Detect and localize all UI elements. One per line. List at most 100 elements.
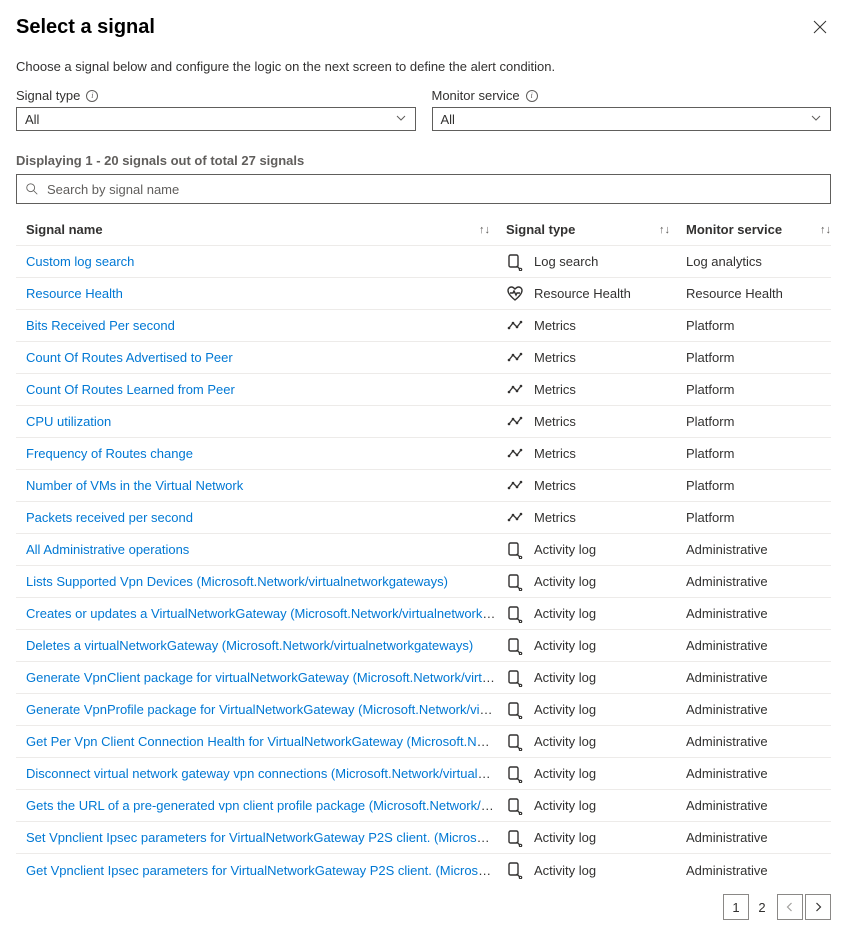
signal-type-text: Activity log — [534, 830, 596, 845]
signal-type-text: Activity log — [534, 734, 596, 749]
signal-link[interactable]: All Administrative operations — [26, 542, 189, 557]
signal-link[interactable]: Generate VpnClient package for virtualNe… — [26, 670, 506, 685]
signal-link[interactable]: CPU utilization — [26, 414, 111, 429]
monitor-service-text: Administrative — [686, 798, 831, 813]
signal-link[interactable]: Count Of Routes Advertised to Peer — [26, 350, 233, 365]
table-row: Frequency of Routes change Metrics Platfor… — [16, 438, 831, 470]
pager-page-1[interactable]: 1 — [723, 894, 749, 920]
signal-link[interactable]: Packets received per second — [26, 510, 193, 525]
search-icon — [25, 182, 39, 196]
pager-next[interactable] — [805, 894, 831, 920]
signal-type-text: Activity log — [534, 670, 596, 685]
signal-type-text: Activity log — [534, 863, 596, 878]
table-row: Generate VpnClient package for virtualNe… — [16, 662, 831, 694]
search-input[interactable] — [45, 181, 822, 198]
table-row: Creates or updates a VirtualNetworkGatew… — [16, 598, 831, 630]
signal-type-dropdown[interactable]: All — [16, 107, 416, 131]
column-header-name[interactable]: Signal name ↑↓ — [16, 222, 506, 237]
column-header-type[interactable]: Signal type ↑↓ — [506, 222, 686, 237]
column-header-service[interactable]: Monitor service ↑↓ — [686, 222, 831, 237]
signal-link[interactable]: Deletes a virtualNetworkGateway (Microso… — [26, 638, 473, 653]
signal-type-text: Metrics — [534, 318, 576, 333]
signal-link[interactable]: Count Of Routes Learned from Peer — [26, 382, 235, 397]
signal-link[interactable]: Gets the URL of a pre-generated vpn clie… — [26, 798, 506, 813]
monitor-service-text: Platform — [686, 350, 831, 365]
signal-link[interactable]: Resource Health — [26, 286, 123, 301]
table-row: Count Of Routes Learned from Peer Metrics… — [16, 374, 831, 406]
signal-link[interactable]: Frequency of Routes change — [26, 446, 193, 461]
table-row: Packets received per secondMetricsPlatfo… — [16, 502, 831, 534]
table-row: Count Of Routes Advertised to Peer Metric… — [16, 342, 831, 374]
signal-link[interactable]: Number of VMs in the Virtual Network — [26, 478, 243, 493]
monitor-service-text: Administrative — [686, 638, 831, 653]
metrics-icon — [506, 445, 524, 463]
signal-type-text: Metrics — [534, 446, 576, 461]
signal-type-text: Activity log — [534, 638, 596, 653]
monitor-service-text: Log analytics — [686, 254, 831, 269]
signal-link[interactable]: Generate VpnProfile package for VirtualN… — [26, 702, 506, 717]
signal-link[interactable]: Custom log search — [26, 254, 134, 269]
log-icon — [506, 253, 524, 271]
page-title: Select a signal — [16, 16, 155, 39]
table-row: Gets the URL of a pre-generated vpn clie… — [16, 790, 831, 822]
chevron-down-icon — [395, 112, 407, 127]
table-row: Custom log searchLog searchLog analytics — [16, 246, 831, 278]
monitor-service-text: Administrative — [686, 702, 831, 717]
monitor-service-text: Administrative — [686, 574, 831, 589]
log-icon — [506, 765, 524, 783]
info-icon[interactable]: i — [86, 90, 98, 102]
monitor-service-text: Platform — [686, 478, 831, 493]
monitor-service-dropdown[interactable]: All — [432, 107, 832, 131]
monitor-service-text: Administrative — [686, 606, 831, 621]
metrics-icon — [506, 349, 524, 367]
signal-link[interactable]: Lists Supported Vpn Devices (Microsoft.N… — [26, 574, 448, 589]
signal-link[interactable]: Get Vpnclient Ipsec parameters for Virtu… — [26, 863, 506, 878]
signal-type-text: Metrics — [534, 350, 576, 365]
signal-link[interactable]: Set Vpnclient Ipsec parameters for Virtu… — [26, 830, 506, 845]
monitor-service-text: Administrative — [686, 670, 831, 685]
monitor-service-text: Administrative — [686, 830, 831, 845]
log-icon — [506, 605, 524, 623]
table-row: Resource Health Resource Health Resource H… — [16, 278, 831, 310]
signal-link[interactable]: Disconnect virtual network gateway vpn c… — [26, 766, 506, 781]
signal-type-text: Activity log — [534, 606, 596, 621]
signal-link[interactable]: Get Per Vpn Client Connection Health for… — [26, 734, 506, 749]
table-row: Lists Supported Vpn Devices (Microsoft.N… — [16, 566, 831, 598]
signal-link[interactable]: Bits Received Per second — [26, 318, 175, 333]
signal-type-text: Activity log — [534, 574, 596, 589]
signal-type-text: Resource Health — [534, 286, 631, 301]
pager-prev[interactable] — [777, 894, 803, 920]
table-row: Get Per Vpn Client Connection Health for… — [16, 726, 831, 758]
table-row: CPU utilization Metrics Platform — [16, 406, 831, 438]
monitor-service-text: Platform — [686, 446, 831, 461]
metrics-icon — [506, 381, 524, 399]
result-count: Displaying 1 - 20 signals out of total 2… — [16, 153, 831, 168]
close-button[interactable] — [809, 16, 831, 38]
chevron-down-icon — [810, 112, 822, 127]
signal-type-text: Metrics — [534, 414, 576, 429]
table-row: All Administrative operationsActivity lo… — [16, 534, 831, 566]
log-icon — [506, 829, 524, 847]
sort-icon: ↑↓ — [820, 224, 831, 236]
info-icon[interactable]: i — [526, 90, 538, 102]
log-icon — [506, 701, 524, 719]
monitor-service-text: Platform — [686, 414, 831, 429]
signal-type-text: Activity log — [534, 702, 596, 717]
search-box[interactable] — [16, 174, 831, 204]
pager-page-2[interactable]: 2 — [749, 894, 775, 920]
log-icon — [506, 669, 524, 687]
log-icon — [506, 573, 524, 591]
monitor-service-text: Administrative — [686, 734, 831, 749]
monitor-service-text: Administrative — [686, 766, 831, 781]
log-icon — [506, 637, 524, 655]
signal-link[interactable]: Creates or updates a VirtualNetworkGatew… — [26, 606, 506, 621]
sort-icon: ↑↓ — [659, 224, 686, 236]
monitor-service-text: Resource Health — [686, 286, 831, 301]
signal-type-text: Metrics — [534, 382, 576, 397]
chevron-right-icon — [813, 902, 823, 912]
table-row: Get Vpnclient Ipsec parameters for Virtu… — [16, 854, 831, 886]
signal-type-text: Metrics — [534, 510, 576, 525]
metrics-icon — [506, 509, 524, 527]
sort-icon: ↑↓ — [479, 224, 506, 236]
metrics-icon — [506, 413, 524, 431]
